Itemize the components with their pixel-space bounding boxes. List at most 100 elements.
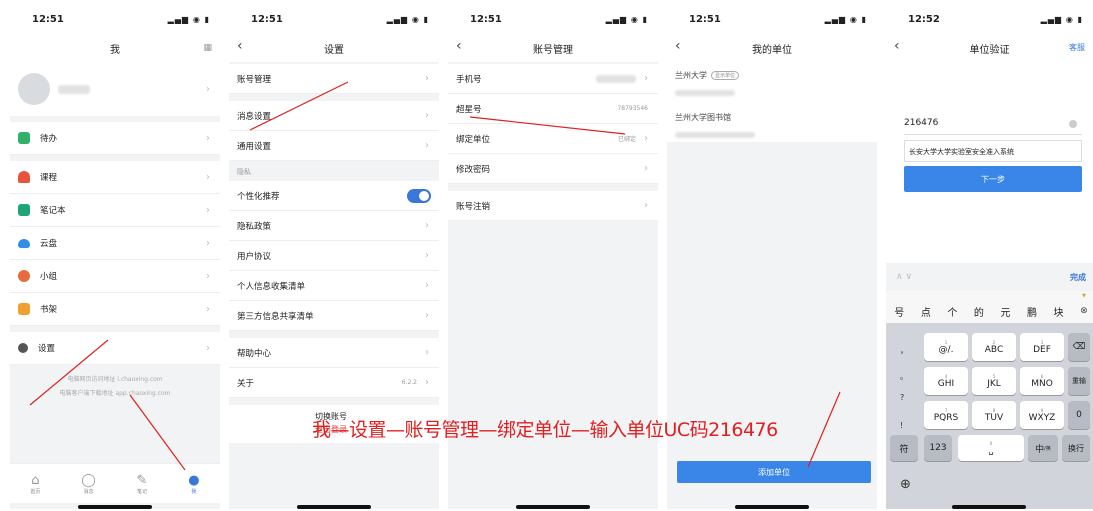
divider — [229, 331, 439, 338]
candidate-bar: ▼ 号 点 个 的 元 鹏 块 ⊗ — [886, 291, 1093, 323]
row-label: 用户协议 — [237, 251, 272, 262]
row-about[interactable]: 关于 6.2.2 › — [229, 368, 439, 398]
key-5[interactable]: 5 JKL — [972, 367, 1016, 395]
prev-next-arrows-icon[interactable]: ∧ ∨ — [896, 272, 912, 282]
row-privacy-policy[interactable]: 隐私政策 › — [229, 211, 439, 241]
nav-bar: ‹ 设置 — [229, 34, 439, 62]
punct-key[interactable]: ? — [900, 393, 904, 402]
row-message-settings[interactable]: 消息设置 › — [229, 101, 439, 131]
candidate-word[interactable]: 块 — [1054, 304, 1064, 319]
home-icon: ⌂ — [31, 472, 40, 488]
unit-item[interactable]: 兰州大学 显示单位 — [675, 70, 869, 81]
chevron-right-icon: › — [206, 132, 210, 144]
row-account-management[interactable]: 账号管理 › — [229, 64, 439, 94]
menu-item-todo[interactable]: 待办 › — [10, 122, 220, 155]
add-unit-button[interactable]: 添加单位 — [677, 461, 871, 483]
personalized-toggle[interactable] — [407, 188, 431, 203]
key-6[interactable]: 6 MNO — [1020, 367, 1064, 395]
candidate-word[interactable]: 鹏 — [1027, 304, 1037, 319]
status-time: 12:51 — [251, 13, 283, 25]
tab-label: 笔记 — [136, 488, 147, 495]
candidate-word[interactable]: 点 — [921, 304, 931, 319]
row-personal-info-list[interactable]: 个人信息收集清单 › — [229, 271, 439, 301]
menu-label: 小组 — [40, 272, 58, 282]
space-key[interactable]: 0 ␣ — [958, 435, 1024, 461]
menu-item-cloud[interactable]: 云盘 › — [10, 227, 220, 260]
key-4[interactable]: 4 GHI — [924, 367, 968, 395]
chevron-right-icon: › — [206, 171, 210, 183]
chevron-right-icon: › — [425, 250, 429, 261]
newline-key[interactable]: 换行 — [1062, 435, 1090, 461]
menu-item-notebook[interactable]: 笔记本 › — [10, 194, 220, 227]
menu-item-course[interactable]: 课程 › — [10, 161, 220, 194]
row-change-password[interactable]: 修改密码 › — [448, 154, 658, 184]
key-7[interactable]: 7 PQRS — [924, 401, 968, 429]
key-2[interactable]: 2 ABC — [972, 333, 1016, 361]
number-mode-key[interactable]: 123 — [924, 435, 952, 461]
candidate-word[interactable]: 个 — [947, 304, 957, 319]
space-bar-icon: ␣ — [988, 446, 994, 455]
menu-item-group[interactable]: 小组 › — [10, 260, 220, 293]
key-1[interactable]: 1 @/. — [924, 333, 968, 361]
back-icon[interactable]: ‹ — [456, 38, 462, 54]
done-button[interactable]: 完成 — [1070, 272, 1086, 283]
home-indicator — [735, 505, 809, 509]
symbol-key[interactable]: 符 — [890, 435, 918, 461]
language-switch-key[interactable]: 中/英 — [1028, 435, 1058, 461]
retype-key[interactable]: 重输 — [1068, 367, 1090, 395]
row-third-party-list[interactable]: 第三方信息共享清单 › — [229, 301, 439, 331]
candidate-word[interactable]: 元 — [1000, 304, 1010, 319]
menu-item-settings[interactable]: 设置 › — [10, 332, 220, 365]
back-icon[interactable]: ‹ — [675, 38, 681, 54]
tab-messages[interactable]: ◯ 消息 — [81, 473, 96, 495]
unit-item[interactable]: 兰州大学图书馆 — [675, 112, 869, 123]
phone-me: 12:51 ▂▄▆ ◉ ▮ 我 ▦ › 待办 › 课程 › 笔记本 › 云盘 › 小组 › 书… — [10, 4, 220, 509]
version-text: 6.2.2 — [401, 379, 417, 386]
next-step-button[interactable]: 下一步 — [904, 166, 1082, 192]
profile-row[interactable]: › — [10, 62, 220, 116]
candidate-word[interactable]: 的 — [974, 304, 984, 319]
candidate-word[interactable]: 号 — [894, 304, 904, 319]
row-label: 第三方信息共享清单 — [237, 311, 314, 322]
backspace-key[interactable]: ⌫ — [1068, 333, 1090, 361]
key-3[interactable]: 3 DEF — [1020, 333, 1064, 361]
customer-service-link[interactable]: 客服 — [1069, 42, 1085, 53]
row-label: 个人信息收集清单 — [237, 281, 306, 292]
unit-list: 兰州大学 显示单位 兰州大学图书馆 — [667, 62, 877, 142]
row-user-agreement[interactable]: 用户协议 › — [229, 241, 439, 271]
row-personalized-recommend[interactable]: 个性化推荐 — [229, 181, 439, 211]
punct-key[interactable]: ， — [900, 345, 908, 356]
key-label: ABC — [984, 344, 1004, 355]
chevron-right-icon: › — [206, 303, 210, 315]
key-8[interactable]: 8 TUV — [972, 401, 1016, 429]
tab-home[interactable]: ⌂ 首页 — [30, 473, 40, 495]
section-privacy: 隐私 — [229, 161, 439, 181]
row-phone-number[interactable]: 手机号 › — [448, 64, 658, 94]
signal-wifi-battery-icon: ▂▄▆ ◉ ▮ — [167, 14, 210, 24]
globe-icon[interactable]: ⊕ — [900, 477, 911, 492]
signal-wifi-battery-icon: ▂▄▆ ◉ ▮ — [824, 14, 867, 24]
client-download-text: 电脑客户端下载地址 app.chaoxing.com — [59, 390, 171, 397]
dropdown-icon[interactable]: ▼ — [1082, 293, 1086, 299]
row-label: 通用设置 — [237, 141, 272, 152]
key-9[interactable]: 9 WXYZ — [1020, 401, 1064, 429]
row-cancel-account[interactable]: 账号注销 › — [448, 191, 658, 221]
row-help-center[interactable]: 帮助中心 › — [229, 338, 439, 368]
punct-key[interactable]: ! — [900, 421, 903, 430]
back-icon[interactable]: ‹ — [894, 38, 900, 54]
page-title: 我的单位 — [752, 44, 792, 56]
row-general-settings[interactable]: 通用设置 › — [229, 131, 439, 161]
punct-key[interactable]: 。 — [900, 371, 908, 382]
qr-code-icon[interactable]: ▦ — [203, 43, 212, 53]
row-bind-unit[interactable]: 绑定单位 已绑定 › — [448, 124, 658, 154]
menu-item-bookshelf[interactable]: 书架 › — [10, 293, 220, 326]
back-icon[interactable]: ‹ — [237, 38, 243, 54]
tab-notes[interactable]: ✎ 笔记 — [137, 473, 148, 495]
zero-key[interactable]: 0 — [1068, 401, 1090, 429]
clear-icon[interactable] — [1069, 120, 1077, 128]
tab-me[interactable]: ● 我 — [188, 473, 199, 495]
expand-candidates-icon[interactable]: ⊗ — [1080, 306, 1088, 316]
input-underline — [904, 134, 1082, 135]
uc-code-input[interactable]: 216476 — [904, 118, 938, 128]
unit-suggestion-item[interactable]: 长安大学大学实验室安全准入系统 — [904, 140, 1082, 162]
